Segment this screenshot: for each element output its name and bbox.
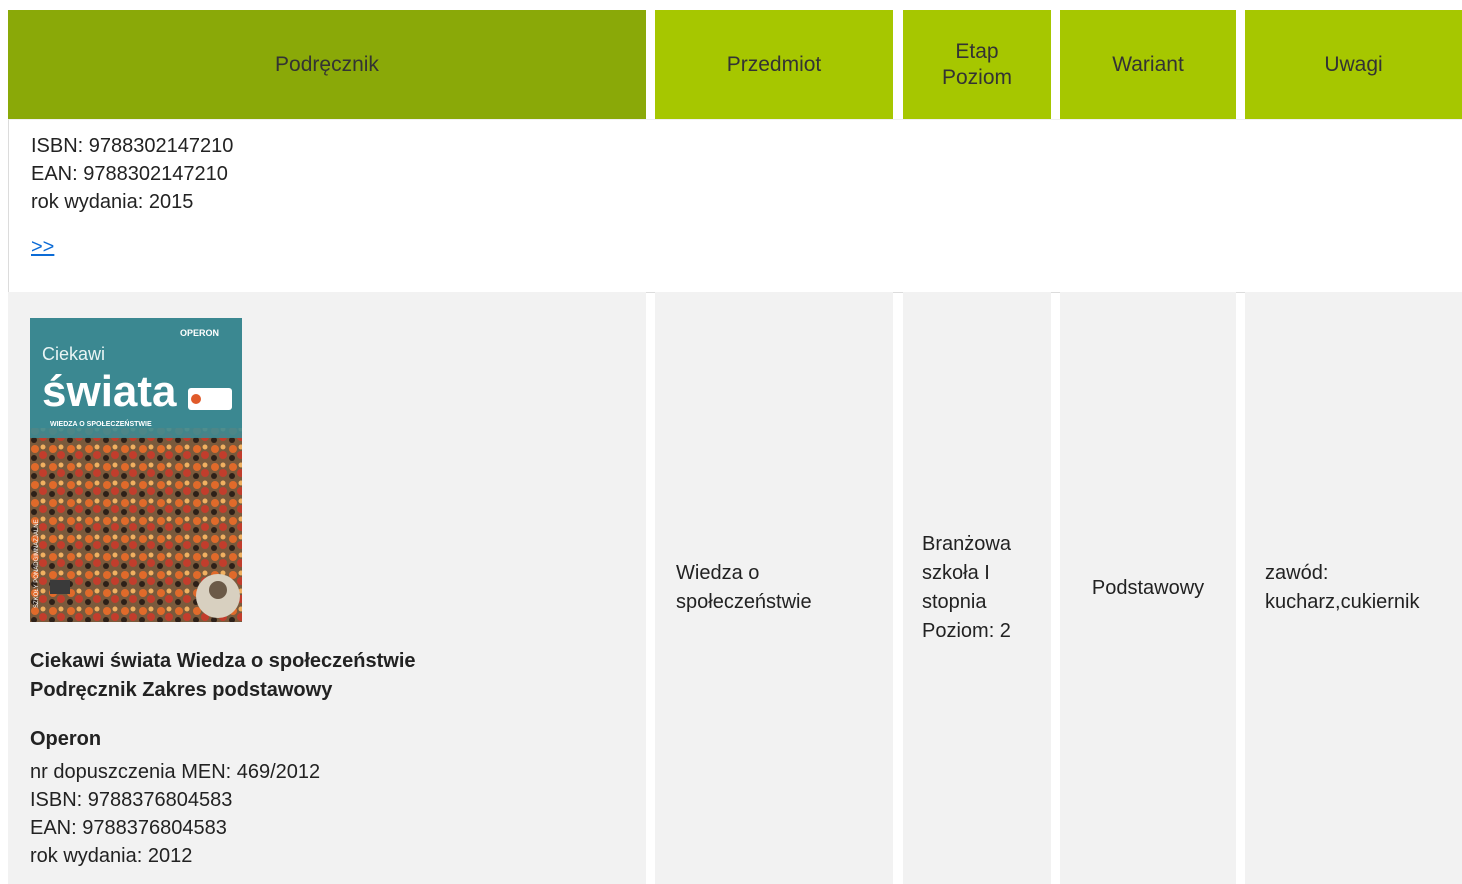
book-title-line2: Podręcznik Zakres podstawowy bbox=[30, 679, 333, 701]
book-details: nr dopuszczenia MEN: 469/2012 ISBN: 9788… bbox=[30, 758, 320, 870]
header-podrecznik-label: Podręcznik bbox=[275, 52, 379, 76]
more-link[interactable]: >> bbox=[31, 236, 54, 259]
textbook-table: Podręcznik Przedmiot Etap Poziom Wariant… bbox=[0, 0, 1462, 884]
header-etap-poziom: Etap Poziom bbox=[903, 10, 1051, 119]
book-cover-image[interactable]: OPERON Ciekawi świata WIEDZA O SPOŁECZEŃ… bbox=[30, 318, 242, 622]
header-przedmiot-label: Przedmiot bbox=[726, 52, 822, 76]
stage-level: Poziom: 2 bbox=[922, 620, 1011, 642]
header-przedmiot: Przedmiot bbox=[655, 10, 893, 119]
header-uwagi: Uwagi bbox=[1245, 10, 1462, 119]
year-text: rok wydania: 2012 bbox=[30, 845, 193, 867]
cover-side-text: SZKOŁY PONADGIMNAZJALNE bbox=[34, 519, 40, 608]
notes-line1: zawód: bbox=[1265, 562, 1329, 584]
variant-text: Podstawowy bbox=[1091, 576, 1205, 599]
book-cell: OPERON Ciekawi świata WIEDZA O SPOŁECZEŃ… bbox=[8, 292, 646, 884]
isbn-text: ISBN: 9788302147210 bbox=[31, 135, 234, 157]
subject-line2: społeczeństwie bbox=[676, 591, 812, 613]
stage-line1: Branżowa bbox=[922, 533, 1011, 555]
isbn-text: ISBN: 9788376804583 bbox=[30, 789, 233, 811]
variant-cell: Podstawowy bbox=[1060, 292, 1236, 884]
cover-brand-text: OPERON bbox=[180, 328, 219, 338]
book-title-line1: Ciekawi świata Wiedza o społeczeństwie bbox=[30, 650, 416, 672]
subject-cell: Wiedza o społeczeństwie bbox=[655, 292, 893, 884]
cover-subtitle: WIEDZA O SPOŁECZEŃSTWIE bbox=[50, 419, 152, 428]
stage-cell: Branżowa szkoła I stopnia Poziom: 2 bbox=[903, 292, 1051, 884]
header-podrecznik: Podręcznik bbox=[8, 10, 646, 119]
header-wariant: Wariant bbox=[1060, 10, 1236, 119]
book-details-prev: ISBN: 9788302147210 EAN: 9788302147210 r… bbox=[31, 132, 233, 216]
table-row: ISBN: 9788302147210 EAN: 9788302147210 r… bbox=[8, 119, 1462, 293]
subject-line1: Wiedza o bbox=[676, 562, 760, 584]
notes-line2: kucharz,cukiernik bbox=[1265, 591, 1420, 613]
publisher-name: Operon bbox=[30, 728, 102, 750]
ean-text: EAN: 9788376804583 bbox=[30, 817, 227, 839]
header-poziom-label: Poziom bbox=[941, 65, 1013, 89]
cover-title-top: Ciekawi bbox=[42, 344, 105, 364]
stage-line3: stopnia bbox=[922, 591, 987, 613]
header-etap-label: Etap bbox=[955, 39, 999, 63]
approval-number: nr dopuszczenia MEN: 469/2012 bbox=[30, 761, 321, 783]
ean-text: EAN: 9788302147210 bbox=[31, 163, 228, 185]
cover-thumbnail bbox=[50, 580, 70, 594]
header-uwagi-label: Uwagi bbox=[1324, 52, 1383, 76]
notes-cell: zawód: kucharz,cukiernik bbox=[1245, 292, 1462, 884]
year-text: rok wydania: 2015 bbox=[31, 191, 194, 213]
stage-line2: szkoła I bbox=[922, 562, 990, 584]
book-title: Ciekawi świata Wiedza o społeczeństwie P… bbox=[30, 647, 416, 705]
cover-badge-icon bbox=[191, 394, 201, 404]
header-wariant-label: Wariant bbox=[1112, 52, 1184, 76]
cover-title-big: świata bbox=[42, 367, 177, 416]
